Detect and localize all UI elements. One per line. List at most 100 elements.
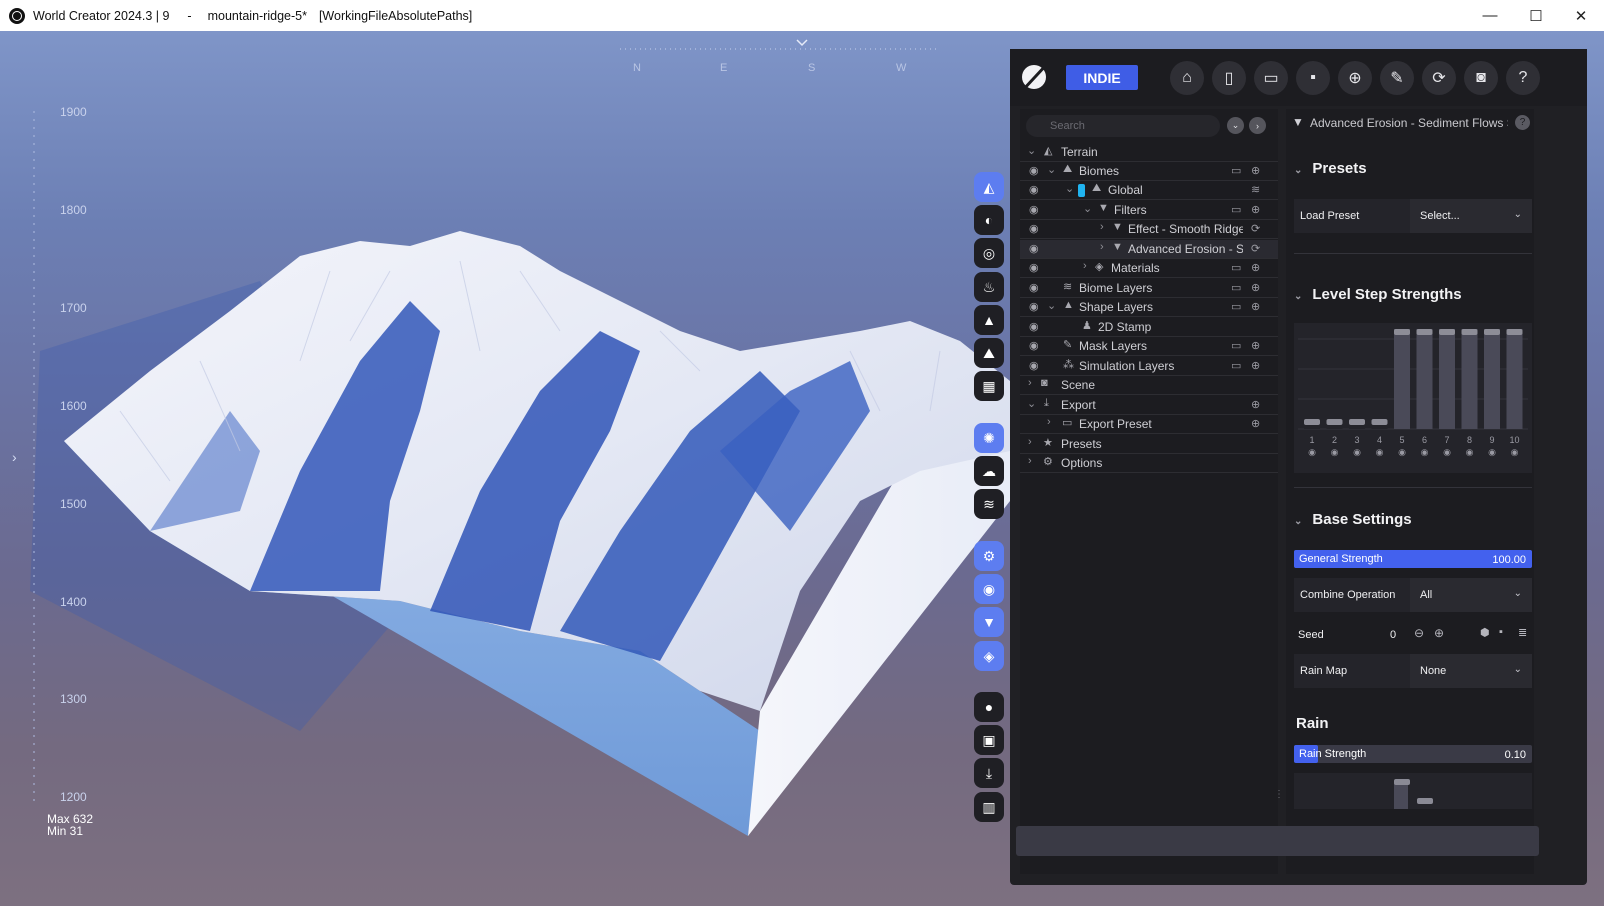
open-folder-button[interactable]: ▭	[1254, 61, 1288, 95]
chevron-right-icon[interactable]: ›	[1028, 377, 1032, 389]
rain-bar-handle[interactable]	[1417, 798, 1433, 804]
tree-row-shape-layers[interactable]: ◉ ⌄ ▲ Shape Layers ▭ ⊕	[1020, 298, 1278, 317]
download-button[interactable]: ⤓	[974, 758, 1004, 788]
level-step-handle[interactable]	[1484, 329, 1500, 335]
water-tool-button[interactable]: ♨	[974, 272, 1004, 302]
level-step-bar[interactable]	[1506, 329, 1523, 429]
folder-icon[interactable]: ▭	[1231, 261, 1241, 274]
level-step-handle[interactable]	[1349, 419, 1365, 425]
level-step-eye-icon[interactable]: ◉	[1308, 447, 1316, 457]
left-panel-toggle-icon[interactable]: ›	[12, 449, 17, 465]
stack-button[interactable]: ◈	[974, 641, 1004, 671]
tree-row-materials[interactable]: ◉ › ◈ Materials ▭ ⊕	[1020, 259, 1278, 278]
eye-icon[interactable]: ◉	[1029, 300, 1039, 313]
level-step-bar[interactable]	[1484, 329, 1500, 429]
props-resize-handle[interactable]: ⋮	[1274, 789, 1284, 800]
level-steps-chart[interactable]: 1 ◉ 2 ◉ 3 ◉ 4 ◉ 5 ◉ 6 ◉ 7 ◉ 8 ◉ 9 ◉ 10 ◉	[1294, 323, 1532, 473]
database-icon[interactable]: ≣	[1518, 626, 1527, 639]
level-steps-bars[interactable]: 1 ◉ 2 ◉ 3 ◉ 4 ◉ 5 ◉ 6 ◉ 7 ◉ 8 ◉ 9 ◉ 10 ◉	[1294, 323, 1532, 473]
help-icon[interactable]: ?	[1515, 115, 1530, 130]
tree-row-export[interactable]: ⌄ ⤓ Export ⊕	[1020, 396, 1278, 415]
level-step-handle[interactable]	[1439, 329, 1455, 335]
chevron-down-icon[interactable]: ⌄	[1065, 182, 1074, 195]
rain-map-select[interactable]: None ⌄	[1410, 654, 1532, 688]
combine-operation-select[interactable]: All ⌄	[1410, 578, 1532, 612]
level-step-eye-icon[interactable]: ◉	[1443, 447, 1451, 457]
rain-section-header[interactable]: Rain	[1296, 715, 1329, 732]
add-icon[interactable]: ⊕	[1251, 417, 1260, 430]
add-icon[interactable]: ⊕	[1251, 398, 1260, 411]
tree-row-biomes[interactable]: ◉ ⌄ ⛰ Biomes ▭ ⊕	[1020, 162, 1278, 181]
rain-bar[interactable]	[1394, 781, 1408, 809]
tree-row-advanced-erosion[interactable]: ◉ › ▼ Advanced Erosion - Se ⟳	[1020, 240, 1278, 259]
level-step-eye-icon[interactable]: ◉	[1511, 447, 1519, 457]
preset-select[interactable]: Select... ⌄	[1410, 199, 1532, 233]
collapse-all-button[interactable]: ⌄	[1227, 117, 1244, 134]
chevron-down-icon[interactable]: ⌄	[1047, 299, 1056, 312]
biome-tool-button[interactable]: ◐	[974, 205, 1004, 235]
chevron-down-icon[interactable]: ⌄	[1083, 202, 1092, 215]
settings-button[interactable]: ⚙	[974, 541, 1004, 571]
save-button[interactable]: ▪	[1296, 61, 1330, 95]
expand-all-button[interactable]: ›	[1249, 117, 1266, 134]
level-step-eye-icon[interactable]: ◉	[1353, 447, 1361, 457]
sun-button[interactable]: ✺	[974, 423, 1004, 453]
cloud-button[interactable]: ☁	[974, 456, 1004, 486]
chevron-right-icon[interactable]: ›	[1100, 221, 1104, 233]
tree-row-global[interactable]: ◉ ⌄ ⛰ Global ≋	[1020, 181, 1278, 200]
level-step-eye-icon[interactable]: ◉	[1376, 447, 1384, 457]
refresh-icon[interactable]: ⟳	[1251, 242, 1260, 255]
tree-row-effect-smooth-ridge[interactable]: ◉ › ▼ Effect - Smooth Ridge ⟳	[1020, 220, 1278, 239]
maximize-button[interactable]: ☐	[1513, 0, 1559, 31]
folder-icon[interactable]: ▭	[1231, 359, 1241, 372]
tree-row-terrain[interactable]: ⌄ ◭ Terrain	[1020, 143, 1278, 162]
level-step-handle[interactable]	[1461, 329, 1478, 335]
rain-curve-chart[interactable]	[1294, 773, 1532, 809]
seed-input[interactable]: 0	[1390, 629, 1396, 641]
chevron-down-icon[interactable]: ⌄	[1027, 397, 1036, 410]
eye-icon[interactable]: ◉	[1029, 339, 1039, 352]
base-settings-section-header[interactable]: ⌄ Base Settings	[1294, 511, 1412, 528]
search-input[interactable]: Search	[1026, 115, 1220, 137]
eye-icon[interactable]: ◉	[1029, 203, 1039, 216]
general-strength-slider[interactable]: General Strength 100.00	[1294, 550, 1532, 568]
eye-icon[interactable]: ◉	[1029, 261, 1039, 274]
presets-section-header[interactable]: ⌄ Presets	[1294, 160, 1367, 177]
add-icon[interactable]: ⊕	[1251, 359, 1260, 372]
level-step-handle[interactable]	[1506, 329, 1523, 335]
eye-icon[interactable]: ◉	[1029, 183, 1039, 196]
save-icon[interactable]: ▪	[1499, 626, 1503, 638]
level-step-handle[interactable]	[1326, 419, 1343, 425]
folder-icon[interactable]: ▭	[1231, 281, 1241, 294]
add-icon[interactable]: ⊕	[1251, 203, 1260, 216]
chevron-right-icon[interactable]: ›	[1083, 260, 1087, 272]
refresh-icon[interactable]: ⟳	[1251, 222, 1260, 235]
sediment-tool-button[interactable]: ⛰	[974, 338, 1004, 368]
tree-row-biome-layers[interactable]: ◉ ≋ Biome Layers ▭ ⊕	[1020, 279, 1278, 298]
add-icon[interactable]: ⊕	[1251, 281, 1260, 294]
help-button[interactable]: ?	[1506, 61, 1540, 95]
chevron-right-icon[interactable]: ›	[1100, 241, 1104, 253]
record-button[interactable]: ●	[974, 692, 1004, 722]
level-step-handle[interactable]	[1371, 419, 1388, 425]
refresh-button[interactable]: ⟳	[1422, 61, 1456, 95]
camera-button[interactable]: ◙	[1464, 61, 1498, 95]
mountain-tool-button[interactable]: ▲	[974, 305, 1004, 335]
add-icon[interactable]: ⊕	[1251, 261, 1260, 274]
level-step-bar[interactable]	[1461, 329, 1478, 429]
level-step-bar[interactable]	[1416, 329, 1433, 429]
terrain-tool-button[interactable]: ◭	[974, 172, 1004, 202]
random-icon[interactable]: ⬢	[1480, 626, 1490, 639]
chevron-right-icon[interactable]: ›	[1028, 436, 1032, 448]
level-step-eye-icon[interactable]: ◉	[1488, 447, 1496, 457]
level-step-handle[interactable]	[1394, 329, 1410, 335]
folder-icon[interactable]: ▭	[1231, 300, 1241, 313]
eye-icon[interactable]: ◉	[1029, 359, 1039, 372]
tree-row-presets[interactable]: › ★ Presets	[1020, 435, 1278, 454]
chevron-down-icon[interactable]: ⌄	[1027, 144, 1036, 157]
tree-row-scene[interactable]: › ◙ Scene	[1020, 376, 1278, 395]
add-icon[interactable]: ⊕	[1251, 339, 1260, 352]
rain-bar-handle[interactable]	[1394, 779, 1410, 785]
decrement-icon[interactable]: ⊖	[1414, 626, 1424, 640]
folder-icon[interactable]: ▭	[1231, 203, 1241, 216]
